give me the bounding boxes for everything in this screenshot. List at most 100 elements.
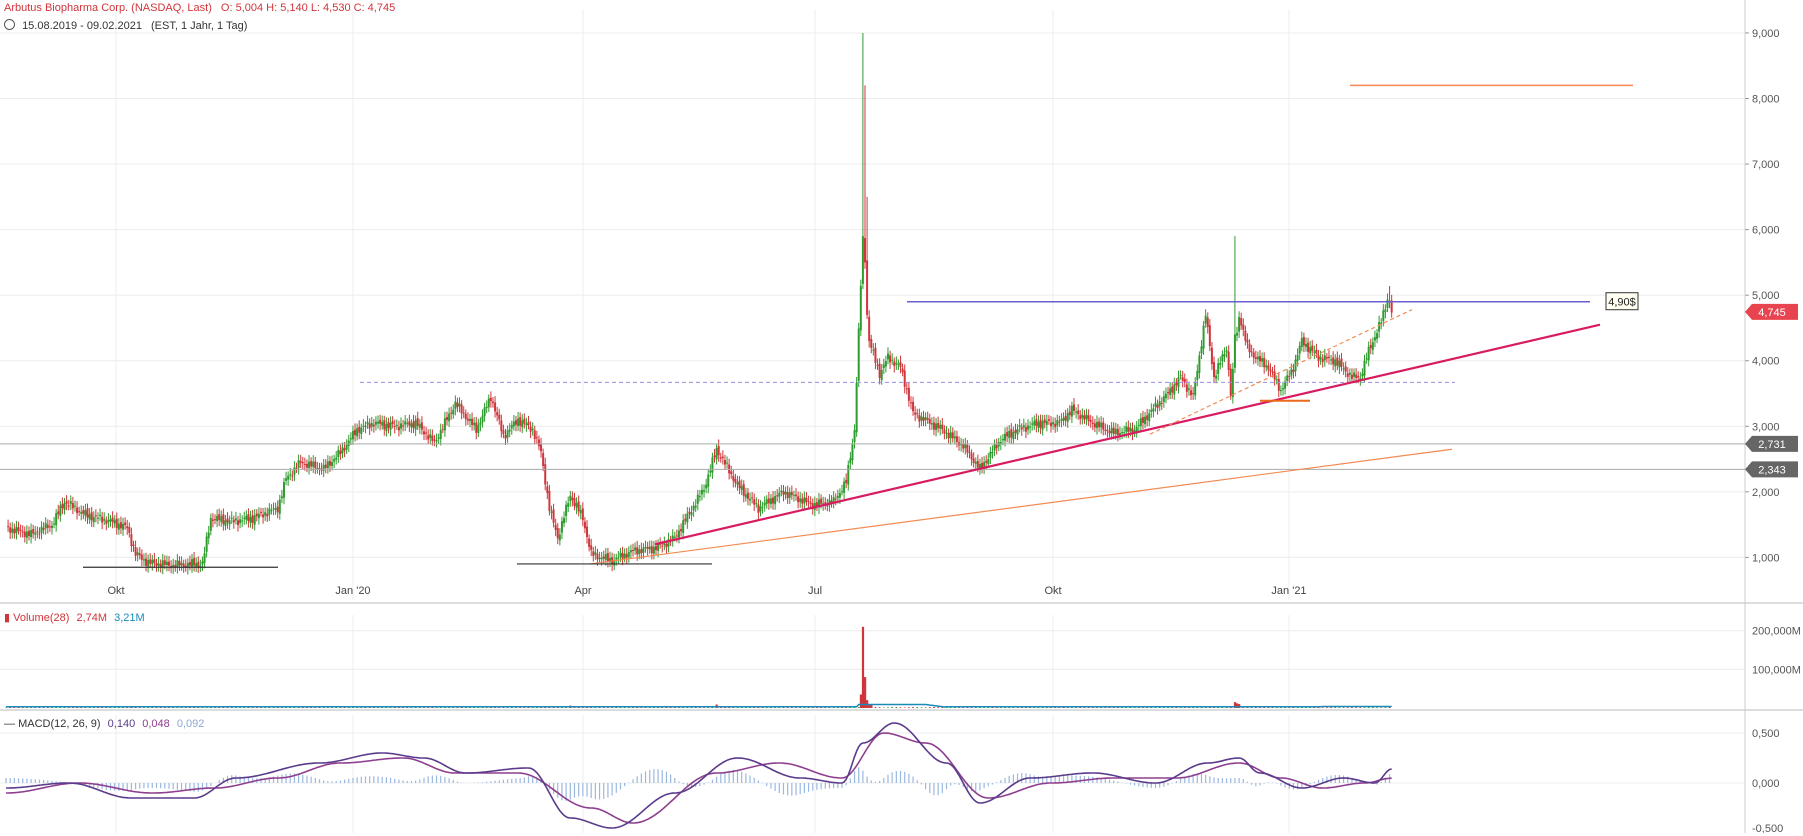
macd-histogram-bar xyxy=(219,780,220,783)
candle-body xyxy=(843,482,845,493)
candle-body xyxy=(1276,379,1278,380)
candle-body xyxy=(519,417,521,426)
candle-body xyxy=(720,457,722,458)
candle-body xyxy=(743,484,745,496)
candle-body xyxy=(1299,346,1301,354)
candle-body xyxy=(1311,346,1313,351)
candle-body xyxy=(89,514,91,519)
candle-body xyxy=(306,464,308,468)
macd-histogram-bar xyxy=(173,783,174,789)
candle-body xyxy=(883,365,885,368)
candle-body xyxy=(916,413,918,414)
candle-body xyxy=(1012,432,1014,439)
macd-histogram-bar xyxy=(198,783,199,792)
candle-body xyxy=(833,497,835,502)
candle-body xyxy=(333,459,335,461)
candle-body xyxy=(732,476,734,481)
candle-body xyxy=(513,422,515,427)
candle-body xyxy=(724,460,726,465)
macd-histogram-bar xyxy=(156,783,157,788)
chart-canvas: 9,0008,0007,0006,0005,0004,0003,0002,000… xyxy=(0,0,1803,833)
candle-body xyxy=(730,471,732,474)
candle-body xyxy=(1037,422,1039,428)
candle-body xyxy=(801,499,803,504)
candle-body xyxy=(279,500,281,514)
candle-body xyxy=(707,474,709,486)
candle-body xyxy=(369,424,371,429)
candle-body xyxy=(927,418,929,420)
candle-body xyxy=(1165,394,1167,398)
volume-bar xyxy=(1343,707,1345,708)
candle-body xyxy=(132,545,134,546)
candle-body xyxy=(768,498,770,503)
candle-body xyxy=(676,536,678,537)
candle-body xyxy=(770,498,772,504)
volume-legend: ▮ Volume(28) 2,74M 3,21M xyxy=(4,611,145,624)
candle-body xyxy=(341,447,343,453)
macd-histogram-bar xyxy=(419,779,420,783)
candle-body xyxy=(463,413,465,414)
candle-body xyxy=(590,545,592,549)
candle-body xyxy=(764,503,766,506)
candle-body xyxy=(438,438,440,439)
candle-body xyxy=(26,532,28,538)
macd-histogram-bar xyxy=(950,783,951,786)
candle-body xyxy=(183,564,185,567)
candle-body xyxy=(699,496,701,497)
macd-histogram-bar xyxy=(1180,779,1181,783)
candle-body xyxy=(339,451,341,454)
macd-histogram-bar xyxy=(160,783,161,788)
candle-body xyxy=(778,493,780,497)
candle-body xyxy=(1004,434,1006,441)
candle-body xyxy=(218,514,220,520)
candle-body xyxy=(189,562,191,566)
candle-body xyxy=(1136,427,1138,431)
candle-body xyxy=(1332,358,1334,365)
candle-body xyxy=(1234,335,1236,368)
candle-body xyxy=(1188,388,1190,389)
candle-body xyxy=(1040,420,1042,428)
candle-body xyxy=(950,432,952,438)
macd-histogram-bar xyxy=(306,776,307,783)
candle-body xyxy=(1002,439,1004,440)
macd-histogram-bar xyxy=(850,778,851,783)
macd-histogram-bar xyxy=(662,770,663,783)
candle-body xyxy=(285,478,287,480)
macd-histogram-bar xyxy=(1226,778,1227,783)
macd-histogram-bar xyxy=(1050,777,1051,783)
candle-body xyxy=(1253,352,1255,357)
macd-histogram-bar xyxy=(194,783,195,792)
candle-body xyxy=(1290,369,1292,375)
candle-body xyxy=(563,518,565,523)
candle-body xyxy=(477,425,479,433)
candle-body xyxy=(61,504,63,508)
macd-histogram-bar xyxy=(1280,783,1281,786)
macd-histogram-bar xyxy=(754,778,755,783)
macd-histogram-bar xyxy=(1034,775,1035,783)
candle-body xyxy=(954,436,956,438)
candle-body xyxy=(450,413,452,414)
macd-histogram-bar xyxy=(1080,776,1081,783)
candle-body xyxy=(1267,365,1269,369)
candle-body xyxy=(1351,375,1353,379)
candle-body xyxy=(344,448,346,450)
macd-histogram-bar xyxy=(340,781,341,784)
macd-histogram-bar xyxy=(896,771,897,783)
candle-body xyxy=(509,430,511,432)
macd-histogram-bar xyxy=(879,781,880,783)
candle-body xyxy=(145,559,147,566)
price-tick-label: 7,000 xyxy=(1752,159,1780,171)
candle-body xyxy=(619,553,621,557)
price-tick-label: 4,000 xyxy=(1752,356,1780,368)
candle-body xyxy=(1058,422,1060,423)
candle-body xyxy=(1368,347,1370,361)
macd-histogram-bar xyxy=(311,777,312,783)
candle-body xyxy=(436,440,438,442)
macd-histogram-bar xyxy=(403,781,404,784)
candle-body xyxy=(1269,370,1271,372)
candle-body xyxy=(772,498,774,504)
candle-body xyxy=(394,426,396,427)
volume-bar xyxy=(937,707,939,708)
candle-body xyxy=(488,398,490,407)
candle-body xyxy=(1207,317,1209,327)
